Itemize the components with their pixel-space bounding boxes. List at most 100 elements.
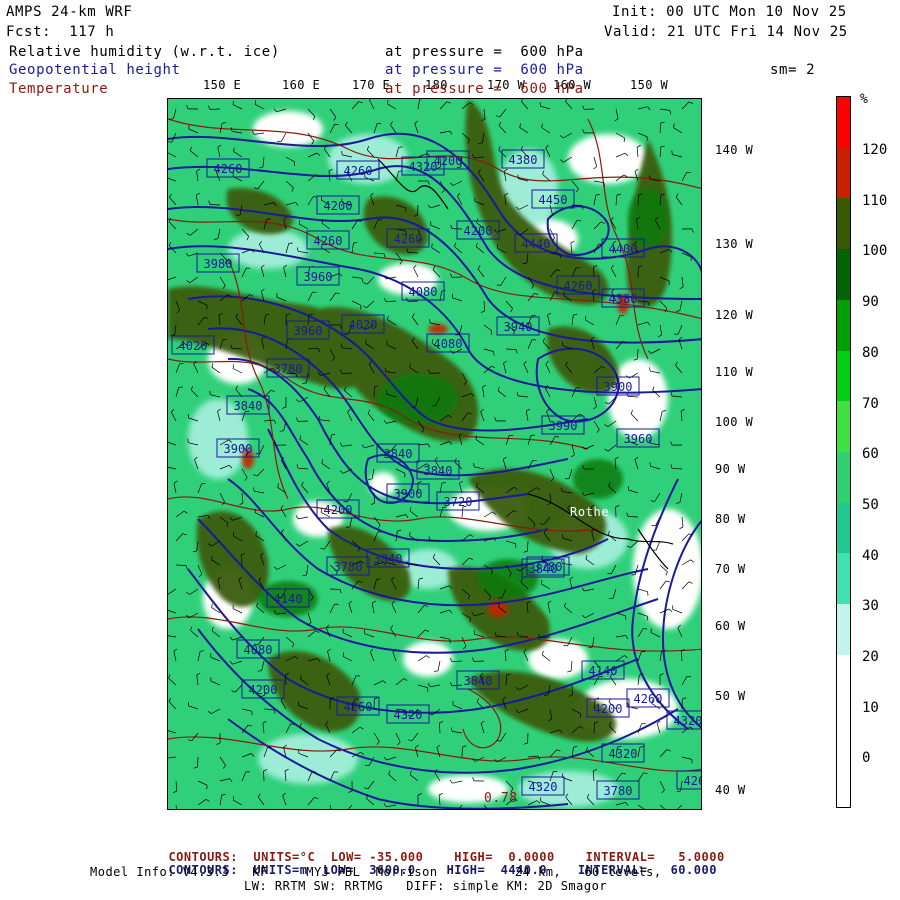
colorbar-band	[837, 502, 850, 554]
lon-label-70w: 70 W	[715, 562, 746, 576]
lon-label-40w: 40 W	[715, 783, 746, 797]
temp-value-label: 0.78	[484, 791, 518, 806]
height-label-text: 3960	[624, 432, 653, 446]
field-rh-level: at pressure = 600 hPa	[385, 44, 584, 60]
footer-physics-info: LW: RRTM SW: RRTMG DIFF: simple KM: 2D S…	[244, 879, 608, 893]
colorbar-label: 30	[862, 598, 879, 615]
height-label-text: 3840	[424, 464, 453, 478]
lon-label-120w: 120 W	[715, 308, 754, 322]
lon-label-110w: 110 W	[715, 365, 754, 379]
lon-label-150e: 150 E	[203, 78, 242, 92]
colorbar-band	[837, 553, 850, 605]
height-label-text: 4320	[609, 747, 638, 761]
height-label-text: 4140	[589, 664, 618, 678]
wind-barb-flag	[607, 573, 612, 575]
height-label-text: 4380	[509, 153, 538, 167]
wind-barb-flag	[496, 244, 499, 249]
colorbar-label: 20	[862, 649, 879, 665]
lon-label-160e: 160 E	[282, 78, 321, 92]
height-label-text: 4200	[324, 199, 353, 213]
lon-label-50w: 50 W	[715, 689, 746, 703]
wind-barb	[209, 204, 221, 206]
height-label-text: 3780	[274, 362, 303, 376]
height-label-text: 4260	[214, 162, 243, 176]
height-label-text: 4200	[594, 702, 623, 716]
height-label-text: 3960	[304, 270, 333, 284]
field-height-name: Geopotential height	[9, 62, 181, 78]
wind-barb	[505, 348, 517, 350]
map-svg: 4260 4260 4200 4320 4200 4260 4260 3980 3960 4020…	[168, 99, 702, 809]
wind-barb-flag	[376, 578, 381, 580]
colorbar-band	[837, 756, 850, 808]
height-label-text: 3900	[394, 487, 423, 501]
height-label-text: 3900	[604, 380, 633, 394]
colorbar-unit: %	[860, 92, 868, 107]
wind-barb-flag	[254, 100, 256, 105]
lon-label-90w: 90 W	[715, 462, 746, 476]
height-label-text: 4260	[684, 774, 702, 788]
height-label-text: 3940	[504, 320, 533, 334]
wind-barb	[175, 564, 187, 566]
lon-label-60w: 60 W	[715, 619, 746, 633]
wind-barb-flag	[169, 118, 174, 120]
height-label-text: 3840	[384, 447, 413, 461]
height-label-text: 4200	[464, 224, 493, 238]
model-title: AMPS 24-km WRF	[6, 4, 133, 20]
colorbar-label: 120	[862, 142, 888, 158]
height-label-text: 4200	[434, 154, 463, 168]
wind-barb-flag	[493, 351, 495, 356]
height-label-text: 3780	[334, 560, 363, 574]
height-label-text: 4260	[344, 164, 373, 178]
height-label-text: 4260	[314, 234, 343, 248]
colorbar-band	[837, 705, 850, 757]
height-label-text: 3840	[464, 674, 493, 688]
height-label-text: 4380	[609, 292, 638, 306]
colorbar-band	[837, 350, 850, 402]
height-label-text: 4260	[564, 279, 593, 293]
colorbar-label: 50	[862, 496, 879, 513]
wind-barb-flag	[320, 196, 323, 201]
wind-barb	[593, 722, 595, 734]
rh-height-temp-map: 4260 4260 4200 4320 4200 4260 4260 3980 3960 4020…	[167, 98, 702, 810]
colorbar-band	[837, 452, 850, 504]
height-label-text: 4320	[394, 708, 423, 722]
field-temp-level: at pressure = 600 hPa	[385, 81, 584, 97]
height-label-text: 4320	[674, 714, 702, 728]
height-label-text: 4080	[409, 285, 438, 299]
colorbar-label: 10	[862, 699, 879, 716]
height-label-text: 3990	[549, 419, 578, 433]
height-label-text: 3900	[224, 442, 253, 456]
colorbar-label: 70	[862, 395, 879, 412]
height-label-text: 4260	[634, 692, 663, 706]
wind-barb	[197, 756, 199, 768]
forecast-hour: Fcst: 117 h	[6, 24, 115, 40]
wind-barb-flag	[334, 123, 339, 125]
height-label-text: 3840	[529, 562, 558, 576]
valid-time: Valid: 21 UTC Fri 14 Nov 25	[604, 24, 848, 40]
height-label-text: 3980	[204, 257, 233, 271]
footer-model-info: Model Info: V4.3.3 KF MYJ PBL Morrison 2…	[90, 865, 662, 879]
lon-label-150w: 150 W	[630, 78, 669, 92]
height-label-text: 4080	[434, 337, 463, 351]
colorbar-band	[837, 401, 850, 453]
lon-label-140w: 140 W	[715, 143, 754, 157]
wind-barb-flag	[517, 174, 519, 179]
height-label-text: 4200	[249, 683, 278, 697]
wind-barb-flag	[298, 220, 301, 225]
height-label-text: 4440	[522, 237, 551, 251]
colorbar-label: 110	[862, 192, 888, 209]
lon-label-80w: 80 W	[715, 512, 746, 526]
height-label-text: 3840	[234, 399, 263, 413]
colorbar-label: 90	[862, 294, 879, 311]
colorbar-band	[837, 147, 850, 199]
colorbar-label: 60	[862, 446, 879, 463]
colorbar-label: 0	[862, 750, 871, 767]
wind-barb-flag	[671, 150, 673, 155]
wind-barb	[627, 516, 639, 518]
wind-barb	[263, 770, 265, 782]
wind-barb	[527, 540, 529, 552]
smoothing-label: sm= 2	[770, 62, 816, 78]
height-label-text: 4450	[539, 193, 568, 207]
colorbar-band	[837, 97, 850, 149]
wind-barb-flag	[293, 161, 296, 166]
